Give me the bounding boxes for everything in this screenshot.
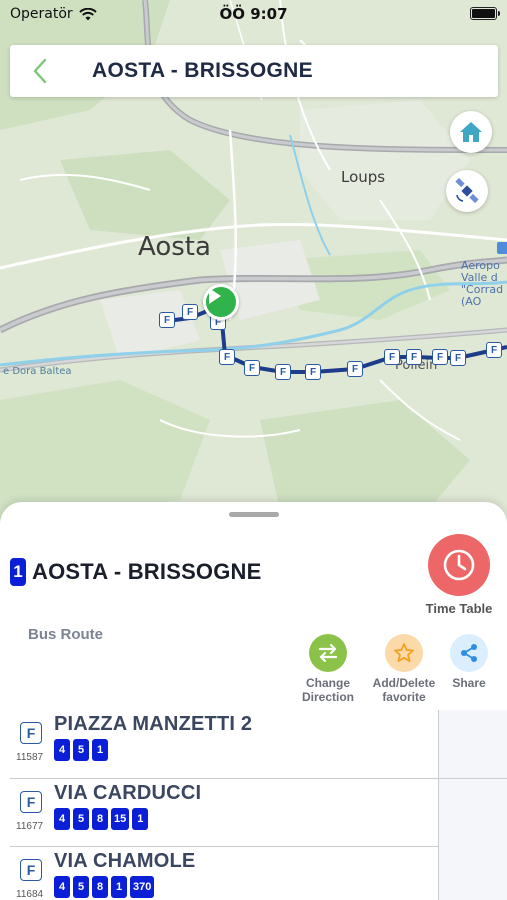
map-label-airport: Aeropo Valle d "Corrad (AO [461, 260, 503, 308]
bus-stop-marker[interactable]: F [450, 350, 466, 366]
stop-list: F 11587 PIAZZA MANZETTI 2 4 5 1 F 11677 … [10, 710, 507, 900]
favorite-button[interactable]: Add/Delete favorite [366, 634, 442, 704]
timetable-button[interactable]: Time Table [420, 534, 498, 616]
chevron-left-icon [33, 58, 47, 84]
home-button[interactable] [450, 111, 492, 153]
line-badge: 5 [73, 876, 89, 898]
map-label-aosta: Aosta [138, 232, 211, 262]
stop-row[interactable]: F 11677 VIA CARDUCCI 4 5 8 15 1 [10, 778, 507, 847]
line-badges: 4 5 8 1 370 [54, 876, 155, 898]
play-icon [209, 288, 221, 304]
status-bar: Operatör ÖÖ 9:07 [0, 0, 507, 30]
share-label: Share [452, 676, 486, 690]
stop-name: VIA CARDUCCI [54, 781, 202, 804]
swap-icon-circle [309, 634, 347, 672]
line-badge: 4 [54, 807, 70, 830]
bus-stop-marker[interactable]: F [406, 349, 422, 365]
line-badges: 4 5 8 15 1 [54, 807, 149, 830]
stop-code: 11587 [16, 752, 44, 763]
line-badge: 8 [92, 876, 108, 898]
bus-stop-marker[interactable]: F [486, 342, 502, 358]
clock-icon [443, 549, 475, 581]
route-sheet[interactable]: 1 AOSTA - BRISSOGNE Time Table Bus Route… [0, 502, 507, 900]
sheet-drag-handle[interactable] [229, 512, 279, 517]
stop-code: 11684 [16, 889, 44, 900]
star-icon-circle [385, 634, 423, 672]
route-heading: 1 AOSTA - BRISSOGNE [10, 558, 262, 586]
bus-stop-marker[interactable]: F [244, 360, 260, 376]
bus-route-label: Bus Route [28, 626, 103, 643]
route-start-marker[interactable] [203, 284, 239, 320]
status-time: ÖÖ 9:07 [219, 5, 288, 23]
line-badge: 8 [92, 807, 108, 830]
favorite-label: Add/Delete favorite [372, 676, 436, 704]
stop-row[interactable]: F 11587 PIAZZA MANZETTI 2 4 5 1 [10, 710, 507, 779]
header-bar: AOSTA - BRISSOGNE [10, 45, 498, 97]
bus-stop-marker[interactable]: F [275, 364, 291, 380]
map-label-river: e Dora Baltea [3, 366, 72, 377]
clock-icon-circle [428, 534, 490, 596]
battery-icon [470, 7, 500, 20]
timetable-label: Time Table [425, 601, 493, 616]
line-badge: 1 [111, 876, 127, 898]
line-badge: 15 [111, 807, 130, 830]
line-badge: 5 [73, 739, 89, 761]
star-icon [394, 643, 414, 663]
line-badges: 4 5 1 [54, 739, 108, 761]
bus-stop-marker[interactable]: F [305, 364, 321, 380]
share-icon [461, 644, 477, 662]
header-title: AOSTA - BRISSOGNE [92, 59, 313, 82]
swap-arrows-icon [318, 644, 338, 662]
bus-stop-marker[interactable]: F [159, 312, 175, 328]
line-badge: 4 [54, 876, 70, 898]
line-badge: 1 [92, 739, 108, 761]
route-title: AOSTA - BRISSOGNE [32, 559, 262, 584]
change-direction-button[interactable]: Change Direction [296, 634, 360, 704]
stop-times-cell[interactable] [438, 778, 507, 847]
bus-stop-icon: F [20, 790, 42, 813]
map-label-airport-line: (AO [461, 295, 482, 308]
stop-name: PIAZZA MANZETTI 2 [54, 713, 253, 735]
stop-row[interactable]: F 11684 VIA CHAMOLE 4 5 8 1 370 [10, 847, 507, 900]
line-badge: 4 [54, 739, 70, 761]
bus-stop-marker[interactable]: F [432, 349, 448, 365]
share-button[interactable]: Share [447, 634, 491, 690]
stop-times-cell[interactable] [438, 847, 507, 900]
bus-stop-marker[interactable]: F [182, 304, 198, 320]
home-icon [460, 122, 482, 142]
line-badge: 5 [73, 807, 89, 830]
change-direction-label: Change Direction [301, 676, 354, 704]
share-icon-circle [450, 634, 488, 672]
line-badge: 1 [132, 807, 149, 830]
map-label-loups: Loups [341, 168, 386, 186]
bus-stop-icon: F [20, 859, 42, 881]
locate-button[interactable] [446, 170, 488, 212]
line-badge: 370 [130, 876, 155, 898]
satellite-icon [455, 178, 479, 204]
route-number-badge: 1 [10, 558, 26, 586]
bus-stop-marker[interactable]: F [347, 361, 363, 377]
stop-code: 11677 [16, 820, 44, 832]
back-button[interactable] [10, 45, 70, 97]
bus-stop-marker[interactable]: F [384, 349, 400, 365]
bus-stop-marker[interactable]: F [219, 349, 235, 365]
stop-times-cell[interactable] [438, 710, 507, 778]
bus-stop-icon: F [20, 722, 42, 744]
stop-name: VIA CHAMOLE [54, 850, 196, 872]
